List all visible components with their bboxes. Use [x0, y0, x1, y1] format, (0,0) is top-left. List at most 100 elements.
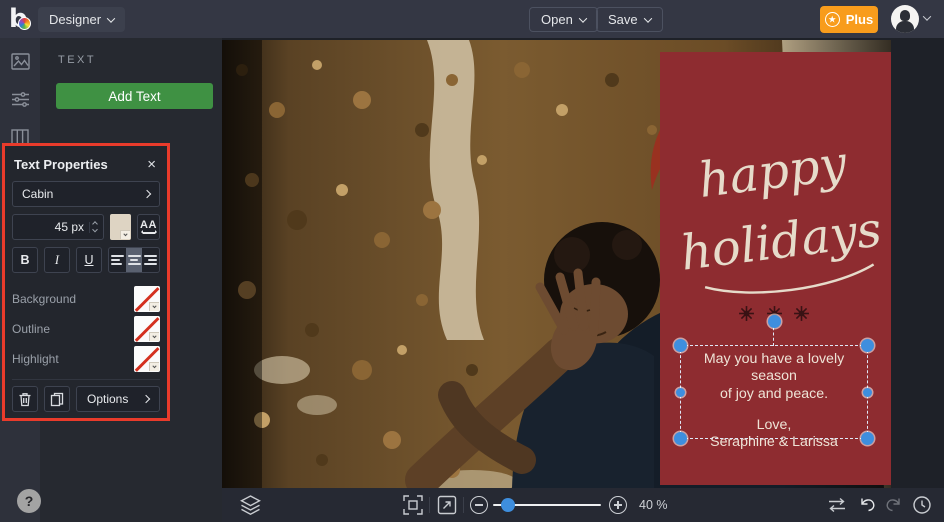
open-menu-label: Open: [541, 12, 573, 27]
zoom-in-button[interactable]: [609, 496, 627, 514]
sidebar-tab-adjust[interactable]: [0, 84, 40, 114]
undo-button[interactable]: [858, 495, 877, 514]
clock-icon: [913, 496, 931, 514]
options-button[interactable]: Options: [76, 386, 160, 412]
chevron-right-icon: [141, 394, 151, 404]
compare-arrows-icon: [829, 497, 845, 513]
sidebar-tab-image[interactable]: [0, 46, 40, 76]
letter-spacing-label: AA: [140, 219, 157, 231]
canvas-photo-layer[interactable]: happy holidays May you have a lovely sea…: [222, 40, 891, 488]
options-label: Options: [87, 392, 129, 406]
font-size-input[interactable]: 45 px: [12, 214, 104, 240]
font-family-value: Cabin: [22, 187, 54, 201]
resize-handle-bottom-left[interactable]: [674, 432, 687, 445]
align-center-button[interactable]: [125, 248, 143, 272]
resize-handle-top-left[interactable]: [674, 339, 687, 352]
designer-app: b Designer Open Save ★ Plus: [0, 0, 944, 522]
alignment-group: [108, 247, 160, 273]
chevron-down-icon: [106, 13, 116, 23]
background-row: Background: [12, 284, 160, 314]
chevron-down-icon: [578, 13, 588, 23]
save-menu-label: Save: [608, 12, 638, 27]
swatch-dropdown-corner[interactable]: [149, 362, 159, 371]
minus-icon: [470, 496, 488, 514]
underline-button[interactable]: U: [76, 247, 102, 273]
chevron-right-icon: [142, 189, 152, 199]
duplicate-icon: [50, 392, 64, 406]
avatar[interactable]: [891, 5, 919, 33]
plus-icon: [609, 496, 627, 514]
redo-button[interactable]: [884, 495, 903, 514]
trash-icon: [19, 392, 31, 406]
befunky-logo-icon: b: [9, 4, 37, 34]
highlight-color-swatch[interactable]: [134, 346, 160, 372]
designer-menu-label: Designer: [49, 12, 102, 27]
highlight-label: Highlight: [12, 352, 59, 366]
snowflake-ornament-icon: [739, 306, 754, 321]
history-button[interactable]: [912, 495, 932, 515]
zoom-slider[interactable]: [493, 498, 601, 512]
delete-button[interactable]: [12, 386, 38, 412]
duplicate-button[interactable]: [44, 386, 70, 412]
resize-handle-left[interactable]: [676, 387, 685, 397]
add-text-button[interactable]: Add Text: [56, 83, 213, 109]
top-bar: b Designer Open Save ★ Plus: [0, 0, 944, 38]
plus-label: Plus: [845, 12, 874, 27]
zoom-percent: 40 %: [639, 498, 668, 512]
divider: [463, 497, 464, 513]
text-properties-panel: Text Properties × Cabin 45 px AA B I U B…: [2, 143, 170, 421]
fit-screen-icon: [403, 495, 423, 515]
save-menu-button[interactable]: Save: [596, 7, 663, 32]
stepper-down-icon[interactable]: [92, 226, 98, 232]
background-color-swatch[interactable]: [134, 286, 160, 312]
font-color-swatch[interactable]: [110, 214, 131, 240]
outline-row: Outline: [12, 314, 160, 344]
fullscreen-preview-button[interactable]: [437, 495, 457, 515]
resize-handle-right[interactable]: [863, 387, 872, 397]
font-size-value: 45 px: [54, 220, 84, 234]
resize-handle-top-right[interactable]: [861, 339, 874, 352]
background-label: Background: [12, 292, 77, 306]
close-icon[interactable]: ×: [145, 157, 158, 172]
undo-icon: [861, 498, 875, 512]
italic-button[interactable]: I: [44, 247, 70, 273]
designer-menu-button[interactable]: Designer: [38, 7, 126, 32]
fit-to-screen-button[interactable]: [403, 495, 423, 515]
highlight-row: Highlight: [12, 344, 160, 374]
swatch-dropdown-corner[interactable]: [149, 332, 159, 341]
sliders-icon: [11, 91, 29, 107]
font-size-stepper[interactable]: [89, 220, 100, 233]
swatch-dropdown-corner[interactable]: [120, 230, 130, 239]
open-menu-button[interactable]: Open: [529, 7, 598, 32]
stepper-up-icon[interactable]: [92, 220, 98, 227]
layers-button[interactable]: [240, 495, 261, 515]
image-icon: [10, 52, 30, 70]
divider: [429, 497, 430, 513]
align-right-icon: [144, 255, 158, 265]
align-right-button[interactable]: [142, 248, 159, 272]
bottom-toolbar: 40 %: [222, 488, 944, 522]
open-preview-icon: [437, 495, 457, 515]
font-family-select[interactable]: Cabin: [12, 181, 160, 207]
outline-color-swatch[interactable]: [134, 316, 160, 342]
resize-handle-bottom-right[interactable]: [861, 432, 874, 445]
align-left-button[interactable]: [109, 248, 126, 272]
zoom-out-button[interactable]: [470, 496, 488, 514]
plus-upgrade-button[interactable]: ★ Plus: [820, 6, 878, 33]
card-title-line2: holidays: [678, 201, 885, 281]
text-selection-box[interactable]: [674, 315, 874, 445]
rotate-handle[interactable]: [767, 315, 781, 328]
outline-label: Outline: [12, 322, 51, 336]
chevron-down-icon[interactable]: [922, 12, 932, 21]
text-properties-title: Text Properties: [14, 156, 108, 172]
canvas-workspace: happy holidays May you have a lovely sea…: [222, 38, 944, 488]
letter-spacing-button[interactable]: AA: [137, 214, 160, 240]
swatch-dropdown-corner[interactable]: [149, 302, 159, 311]
zoom-slider-knob[interactable]: [501, 498, 515, 512]
card-panel: happy holidays May you have a lovely sea…: [660, 52, 891, 485]
align-left-icon: [110, 255, 124, 265]
align-center-icon: [127, 255, 141, 265]
help-button[interactable]: ?: [17, 489, 41, 513]
compare-button[interactable]: [827, 496, 847, 514]
bold-button[interactable]: B: [12, 247, 38, 273]
